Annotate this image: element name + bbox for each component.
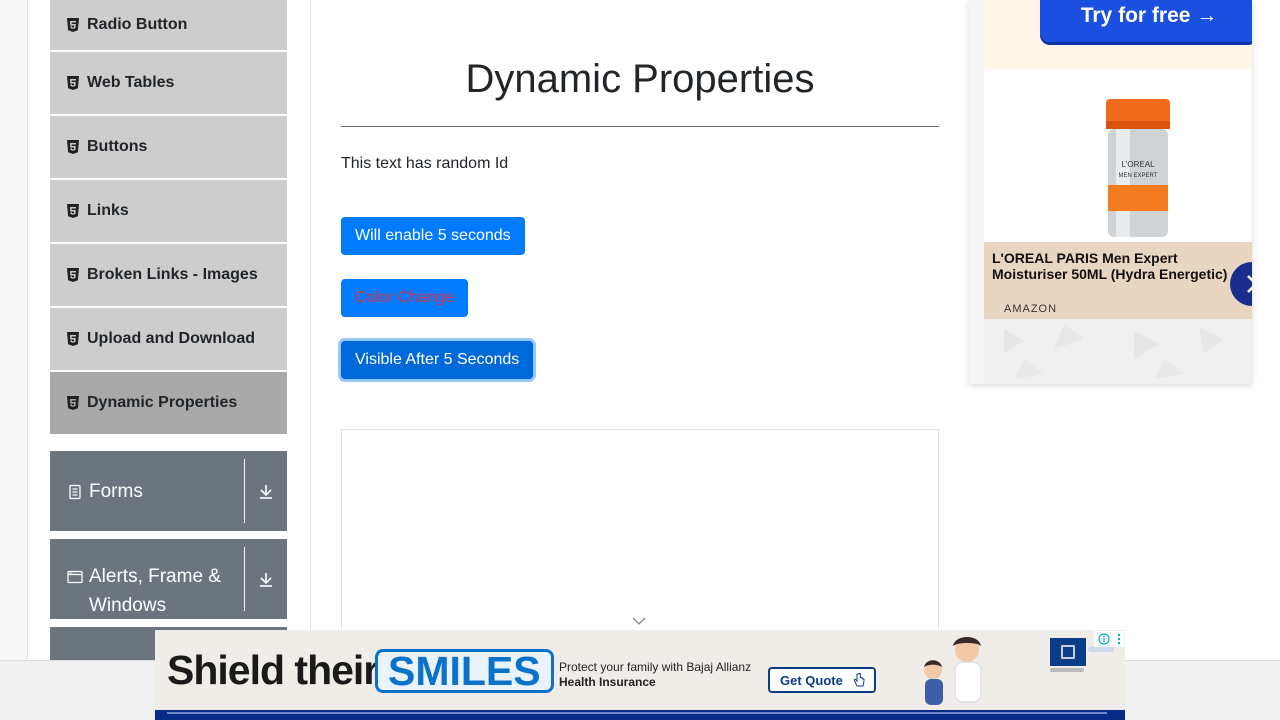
banner-subtagline: Health Insurance [559,675,656,689]
document-icon [69,484,81,500]
sidebar-item-label: Web Tables [87,74,175,91]
title-divider [341,126,939,127]
sidebar-item-radio-button[interactable]: Radio Button [50,0,287,50]
visible-after-button[interactable]: Visible After 5 Seconds [341,341,534,379]
sidebar-item-dynamic-properties[interactable]: Dynamic Properties [50,370,287,434]
expand-toggle[interactable] [245,539,287,619]
download-arrow-icon [260,485,272,499]
expand-toggle[interactable] [245,451,287,531]
product-image[interactable]: L'OREAL MEN EXPERT [984,69,1252,242]
window-icon [67,570,83,584]
random-id-text: This text has random Id [341,155,509,172]
sidebar-item-label: Links [87,202,129,219]
next-arrow-button[interactable] [1230,262,1252,306]
more-options-icon[interactable] [1117,633,1121,645]
sidebar-item-label: Radio Button [87,16,188,33]
sidebar-item-upload-download[interactable]: Upload and Download [50,306,287,370]
download-arrow-icon [260,573,272,587]
sidebar-group-forms[interactable]: Forms [50,451,287,531]
sidebar-item-label: Upload and Download [87,330,255,347]
sidebar-item-buttons[interactable]: Buttons [50,114,287,178]
hand-pointer-icon [853,672,865,687]
sidebar-item-label: Broken Links - Images [87,266,258,283]
bottom-banner-ad[interactable]: Shield their SMILES Protect your family … [155,630,1125,720]
moisturiser-bottle-image: L'OREAL MEN EXPERT [1106,99,1170,237]
html5-icon [65,17,81,33]
banner-headline: Shield their [167,647,379,693]
product-brand: AMAZON [1004,303,1058,315]
sidebar-item-broken-links[interactable]: Broken Links - Images [50,242,287,306]
enable-after-button[interactable]: Will enable 5 seconds [341,217,525,255]
group-label: Forms [89,481,143,502]
group-label-line2: Windows [89,595,167,616]
get-quote-label: Get Quote [780,672,843,688]
triangle-pattern [1004,324,1224,379]
ad-choices[interactable] [1094,631,1124,647]
svg-text:MEN EXPERT: MEN EXPERT [1119,173,1158,179]
get-quote-button[interactable]: Get Quote [768,667,876,693]
html5-icon [65,395,81,411]
product-info[interactable]: L'OREAL PARIS Men Expert Moisturiser 50M… [984,242,1252,319]
html5-icon [65,267,81,283]
group-label-line1: Alerts, Frame & [89,566,221,587]
banner-fine-print [155,710,1125,720]
sidebar-item-label: Buttons [87,138,148,155]
svg-text:L'OREAL: L'OREAL [1121,160,1155,169]
side-ad[interactable]: Try for free → L'OREAL MEN EXPERT L'OREA… [969,0,1252,384]
html5-icon [65,203,81,219]
info-icon[interactable] [1097,633,1110,645]
html5-icon [65,139,81,155]
sidebar-group-alerts-frame-windows[interactable]: Alerts, Frame & Windows [50,539,287,619]
sidebar-item-links[interactable]: Links [50,178,287,242]
banner-tagline: Protect your family with Bajaj Allianz [559,660,752,674]
family-illustration [924,637,982,705]
html5-icon [65,331,81,347]
try-for-free-button[interactable]: Try for free → [1040,0,1252,42]
banner-highlight: SMILES [375,649,554,693]
sidebar-item-web-tables[interactable]: Web Tables [50,50,287,114]
html5-icon [65,75,81,91]
color-change-button[interactable]: Color Change [341,279,468,317]
page-title: Dynamic Properties [465,57,815,101]
page: Radio Button Web Tables Buttons Links Br… [0,0,1280,720]
brand-tagline [1050,666,1084,675]
product-name[interactable]: L'OREAL PARIS Men Expert Moisturiser 50M… [992,250,1232,282]
ad-pattern-background [984,319,1252,384]
sidebar-element-list: Radio Button Web Tables Buttons Links Br… [50,0,287,434]
ad-frame [341,429,939,660]
ad-top-band: Try for free → [984,0,1252,69]
sidebar-item-label: Dynamic Properties [87,394,238,411]
left-rail [0,0,28,720]
chevron-right-icon [1247,275,1252,293]
bajaj-logo [1050,638,1086,666]
chevron-down-icon[interactable] [631,616,647,626]
column-divider [310,0,311,660]
